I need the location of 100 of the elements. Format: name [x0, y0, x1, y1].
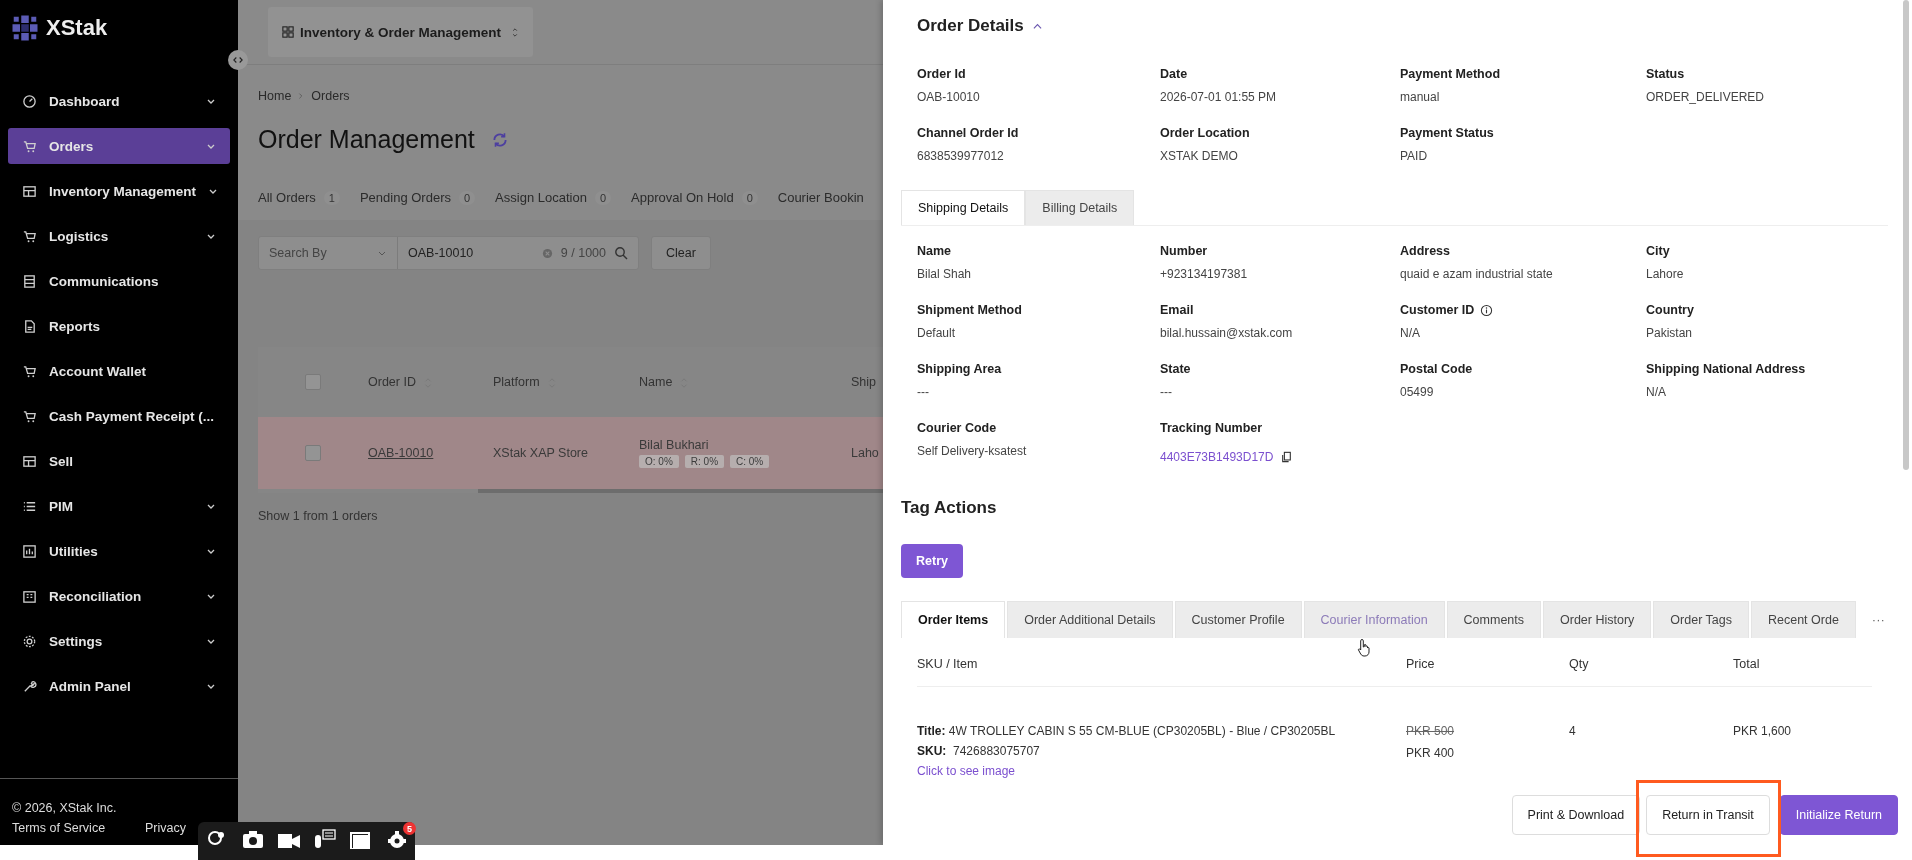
field-value: 6838539977012	[917, 149, 1005, 163]
collapse-button[interactable]	[228, 50, 248, 70]
table-cell: XStak XAP Store	[493, 446, 588, 460]
quantity: 4	[1569, 723, 1577, 740]
sidebar-item[interactable]: Orders	[8, 128, 230, 164]
field-label: Email	[1160, 303, 1194, 318]
field-label: Shipping Area	[917, 362, 1002, 377]
chevron-up-icon[interactable]	[1031, 21, 1043, 31]
field-label: Payment Method	[1400, 67, 1500, 82]
tab[interactable]: Order Items	[901, 601, 1006, 638]
order-tab[interactable]: All Orders 1	[258, 190, 340, 205]
column-header: Price	[1406, 657, 1436, 671]
tab[interactable]: Order Tags	[1653, 601, 1749, 638]
sidebar-item[interactable]: Admin Panel	[8, 668, 230, 704]
section-title: Tag Actions	[901, 498, 998, 518]
sort-icon	[511, 26, 520, 38]
column-header: Qty	[1569, 657, 1590, 671]
sidebar-item[interactable]: Settings	[8, 623, 230, 659]
store-icon	[22, 453, 37, 469]
app-switcher[interactable]: Inventory & Order Management	[268, 7, 534, 57]
sidebar-item[interactable]: Communications	[8, 263, 230, 299]
breadcrumb-link[interactable]: Orders	[311, 89, 350, 103]
retry-button[interactable]: Retry	[901, 544, 963, 578]
sidebar-item[interactable]: PIM	[8, 488, 230, 524]
code-icon	[233, 55, 243, 65]
document-icon	[22, 318, 37, 334]
field-label: Country	[1646, 303, 1694, 318]
tab[interactable]: Recent Orde	[1750, 601, 1856, 638]
image-link[interactable]: Click to see image	[917, 763, 1406, 779]
sidebar-item[interactable]: Inventory Management	[8, 173, 230, 209]
field-value: XSTAK DEMO	[1160, 149, 1239, 163]
checkbox[interactable]	[305, 445, 321, 461]
field-label: Date	[1160, 67, 1188, 82]
action-button[interactable]: Initialize Return	[1779, 795, 1898, 835]
count-badge: 1	[323, 190, 340, 205]
microphone-icon[interactable]	[314, 827, 336, 849]
tab[interactable]: Billing Details	[1025, 190, 1135, 225]
result-count: Show 1 from 1 orders	[257, 508, 379, 525]
sidebar-item[interactable]: Reconciliation	[8, 578, 230, 614]
order-tab[interactable]: Approval On Hold 0	[631, 190, 758, 205]
field-value: Default	[917, 326, 957, 340]
order-link[interactable]: OAB-10010	[368, 446, 434, 460]
footer-link[interactable]: Terms of Service	[12, 821, 106, 835]
field-value: +923134197381	[1160, 267, 1249, 281]
sidebar-item[interactable]: Account Wallet	[8, 353, 230, 389]
scrollbar[interactable]	[1903, 0, 1909, 470]
sidebar-item[interactable]: Utilities	[8, 533, 230, 569]
rate-tag: O: 0%	[639, 455, 679, 468]
field-label: Order Location	[1160, 126, 1250, 141]
sidebar-item[interactable]: Reports	[8, 308, 230, 344]
order-tab[interactable]: Pending Orders 0	[359, 190, 476, 205]
column-header: SKU / Item	[917, 657, 979, 671]
tab[interactable]: Comments	[1446, 601, 1542, 638]
item-sku: SKU: 7426883075707	[917, 743, 1041, 759]
tab[interactable]: Shipping Details	[901, 190, 1026, 225]
copy-icon[interactable]	[1281, 451, 1293, 463]
building-icon	[22, 588, 37, 604]
rate-tag: R: 0%	[684, 455, 725, 468]
action-button[interactable]: Return in Transit	[1646, 795, 1770, 835]
sidebar-item[interactable]: Cash Payment Receipt (...	[8, 398, 230, 434]
hand-cursor-icon	[1356, 638, 1372, 658]
footer-link[interactable]: Privacy	[145, 821, 186, 835]
original-price: PKR 500	[1406, 723, 1456, 739]
column-header[interactable]: Platform	[493, 375, 540, 389]
rate-tag: C: 0%	[730, 455, 770, 468]
action-button[interactable]: Print & Download	[1511, 795, 1641, 835]
clear-button[interactable]: Clear	[651, 236, 711, 270]
column-header[interactable]: Name	[639, 375, 673, 389]
field-value: Bilal Shah	[917, 267, 973, 281]
order-tab[interactable]: Assign Location 0	[495, 190, 611, 205]
list-icon	[22, 273, 37, 289]
field-label: Status	[1646, 67, 1685, 82]
sidebar-item[interactable]: Sell	[8, 443, 230, 479]
field-label: Postal Code	[1400, 362, 1473, 377]
field-label: Shipment Method	[917, 303, 1022, 318]
field-value: ORDER_DELIVERED	[1646, 90, 1766, 104]
sidebar-item[interactable]: Dashboard	[8, 83, 230, 119]
column-header[interactable]: Ship	[851, 375, 877, 389]
tracking-link[interactable]: 4403E73B1493D17D	[1160, 450, 1274, 464]
field-value: OAB-10010	[917, 90, 981, 104]
field-label: Courier Code	[917, 421, 997, 436]
copyright-text: © 2026, XStak Inc.	[12, 801, 118, 815]
field-value: PAID	[1400, 149, 1429, 163]
breadcrumb-link[interactable]: Home	[258, 89, 292, 103]
more-button[interactable]: ···	[1857, 612, 1899, 627]
checkbox[interactable]	[305, 374, 321, 390]
field-value: manual	[1400, 90, 1441, 104]
column-header[interactable]: Order ID	[368, 375, 416, 389]
field-label: Shipping National Address	[1646, 362, 1806, 377]
field-value: N/A	[1400, 326, 1421, 340]
table-cell: Laho	[851, 446, 879, 460]
field-label: Name	[917, 244, 952, 259]
tab[interactable]: Customer Profile	[1174, 601, 1302, 638]
order-tab[interactable]: Courier Bookin	[777, 190, 864, 205]
sidebar-item[interactable]: Logistics	[8, 218, 230, 254]
tab[interactable]: Order Additional Details	[1007, 601, 1173, 638]
count-badge: 0	[594, 190, 611, 205]
tab[interactable]: Order History	[1543, 601, 1652, 638]
field-value: Self Delivery-ksatest	[917, 444, 1028, 458]
field-label: Tracking Number	[1160, 421, 1263, 436]
